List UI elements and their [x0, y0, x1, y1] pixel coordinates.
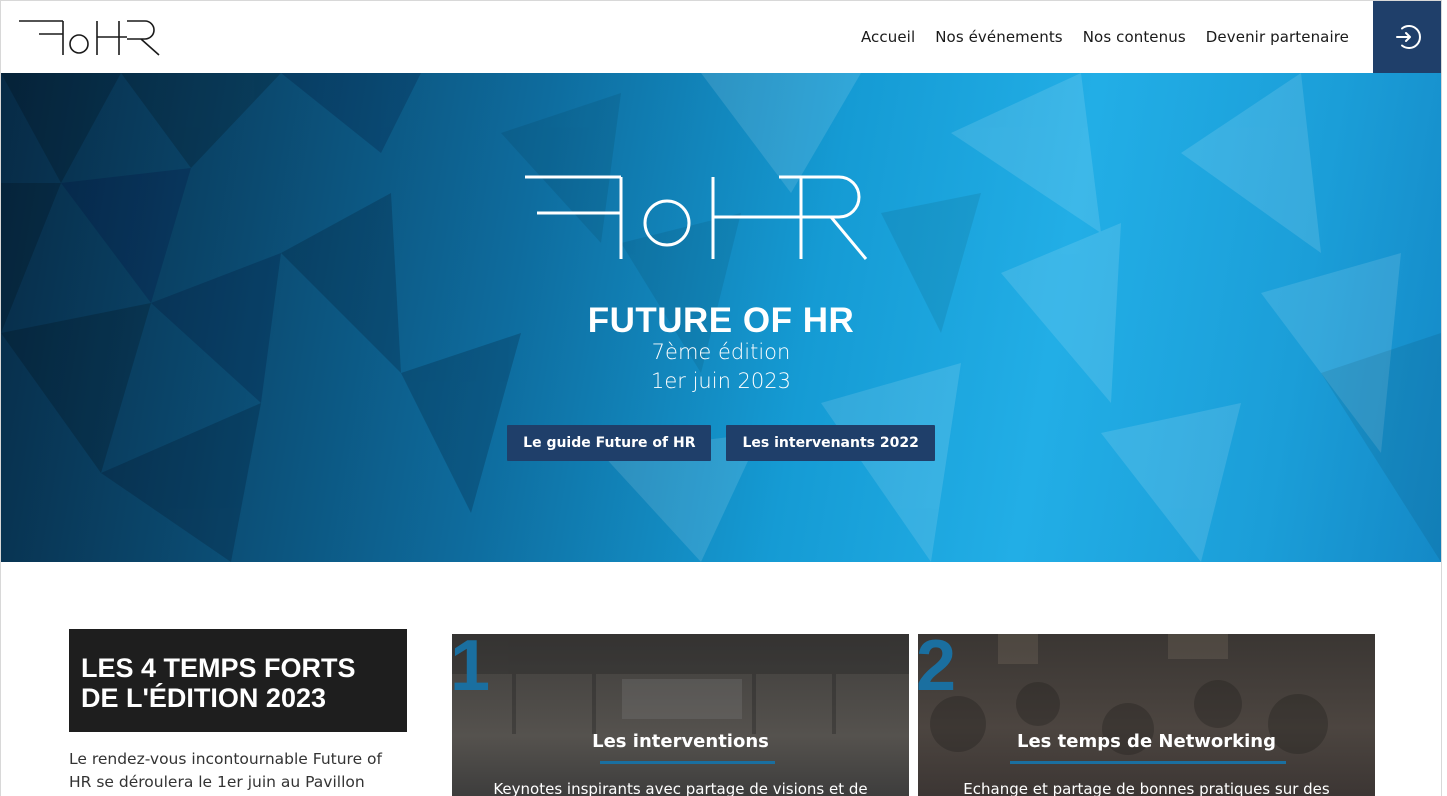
hero-title: FUTURE OF HR — [587, 301, 855, 340]
card-underline — [600, 761, 775, 764]
intro-line2: HR se déroulera le 1er juin au Pavillon — [69, 773, 365, 791]
guide-button[interactable]: Le guide Future of HR — [507, 425, 712, 461]
highlight-card-interventions[interactable]: 1 Les interventions Keynotes inspirants … — [452, 634, 909, 796]
nav-nos-contenus[interactable]: Nos contenus — [1083, 28, 1186, 46]
highlight-card-networking[interactable]: 2 Les temps de Networking Echange et par… — [918, 634, 1375, 796]
speakers-button[interactable]: Les intervenants 2022 — [726, 425, 935, 461]
highlights-title-box: LES 4 TEMPS FORTS DE L'ÉDITION 2023 — [69, 629, 407, 732]
card-title: Les interventions — [592, 731, 769, 752]
card-title: Les temps de Networking — [1016, 731, 1277, 752]
nav-nos-evenements[interactable]: Nos événements — [935, 28, 1063, 46]
hero-edition: 7ème édition — [651, 340, 791, 364]
card-description: Keynotes inspirants avec partage de visi… — [493, 780, 868, 796]
card-number: 2 — [918, 634, 957, 706]
sign-in-icon — [1396, 25, 1421, 49]
site-header: Accueil Nos événements Nos contenus Deve… — [1, 1, 1441, 73]
page: Accueil Nos événements Nos contenus Deve… — [0, 0, 1442, 796]
networking-photo — [930, 634, 1328, 755]
fohr-logo[interactable] — [17, 15, 165, 59]
hero-fohr-logo — [525, 175, 868, 260]
main-nav: Accueil Nos événements Nos contenus Deve… — [861, 1, 1349, 73]
intro-line1: Le rendez-vous incontournable Future of — [69, 750, 382, 768]
highlights-section: LES 4 TEMPS FORTS DE L'ÉDITION 2023 Le r… — [1, 562, 1441, 796]
highlights-title-line1: LES 4 TEMPS FORTS — [81, 653, 356, 683]
hero-buttons: Le guide Future of HR Les intervenants 2… — [1, 425, 1441, 461]
login-button[interactable] — [1373, 1, 1441, 73]
nav-devenir-partenaire[interactable]: Devenir partenaire — [1206, 28, 1349, 46]
hero-date: 1er juin 2023 — [651, 369, 791, 393]
card-underline — [1010, 761, 1286, 764]
card-description: Echange et partage de bonnes pratiques s… — [963, 780, 1330, 796]
highlights-intro: Le rendez-vous incontournable Future of … — [69, 748, 419, 794]
highlights-title-line2: DE L'ÉDITION 2023 — [81, 683, 326, 713]
nav-accueil[interactable]: Accueil — [861, 28, 915, 46]
conference-photo — [452, 634, 909, 734]
hero-banner: FUTURE OF HR 7ème édition 1er juin 2023 … — [1, 73, 1441, 562]
card-number: 1 — [452, 634, 491, 706]
